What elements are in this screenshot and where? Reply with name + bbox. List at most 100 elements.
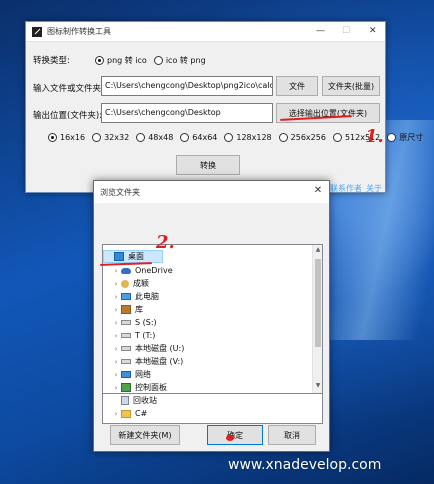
folder-tree[interactable]: 桌面 › OneDrive › 成颖 › 此电脑 › 库 › S (S:) ›: [102, 244, 323, 394]
file-button[interactable]: 文件: [276, 76, 318, 96]
ok-button[interactable]: 确定: [207, 425, 263, 445]
dialog-titlebar[interactable]: 浏览文件夹: [94, 181, 329, 203]
scroll-down-icon[interactable]: ▼: [313, 382, 322, 392]
chevron-right-icon[interactable]: ›: [111, 358, 121, 366]
chevron-right-icon[interactable]: ›: [111, 306, 121, 314]
folder-icon: [121, 409, 131, 418]
side-links: 联系作者 关于: [330, 183, 382, 194]
dialog-close-button[interactable]: ✕: [311, 185, 325, 198]
tree-item-desktop[interactable]: 桌面: [103, 250, 163, 263]
user-icon: [121, 279, 129, 288]
tree-item-drive-s[interactable]: › S (S:): [103, 316, 157, 329]
tree-item-user[interactable]: › 成颖: [103, 277, 149, 290]
tree-scrollbar[interactable]: ▲ ▼: [312, 245, 322, 393]
size-256[interactable]: 256x256: [278, 133, 326, 142]
tree-item-label: 成颖: [133, 279, 149, 288]
radio-indicator: [153, 55, 163, 65]
size-64[interactable]: 64x64: [180, 133, 217, 142]
library-icon: [121, 305, 131, 314]
chevron-right-icon[interactable]: ›: [111, 410, 121, 418]
radio-ico-to-png[interactable]: ico 转 png: [153, 55, 206, 66]
convert-button[interactable]: 转换: [176, 155, 240, 175]
cancel-button[interactable]: 取消: [268, 425, 316, 445]
tree-item-label: OneDrive: [135, 266, 173, 275]
tree-item-drive-u[interactable]: › 本地磁盘 (U:): [103, 342, 185, 355]
size-label: 48x48: [148, 133, 174, 142]
size-32[interactable]: 32x32: [92, 133, 129, 142]
tree-item-drive-v[interactable]: › 本地磁盘 (V:): [103, 355, 184, 368]
contact-author-link[interactable]: 联系作者: [330, 183, 362, 194]
chevron-right-icon[interactable]: ›: [111, 332, 121, 340]
chevron-right-icon[interactable]: ›: [111, 371, 121, 379]
maximize-button[interactable]: ☐: [342, 26, 350, 36]
radio-indicator: [278, 133, 288, 142]
input-path-field[interactable]: C:\Users\chengcong\Desktop\png2ico\calcu…: [101, 76, 273, 96]
chevron-right-icon[interactable]: ›: [111, 384, 121, 392]
size-label: 128x128: [236, 133, 272, 142]
convert-type-row: 转换类型: png 转 ico ico 转 png: [33, 54, 213, 66]
converter-titlebar[interactable]: 图标制作转换工具: [26, 22, 385, 42]
annotation-step-2: 2.: [156, 232, 175, 253]
recycle-bin-icon: [121, 396, 129, 405]
input-label: 输入文件或文件夹:: [33, 84, 104, 94]
tree-item-network[interactable]: › 网络: [103, 368, 151, 381]
radio-indicator: [92, 133, 102, 142]
radio-indicator: [95, 55, 104, 65]
chevron-right-icon[interactable]: ›: [111, 280, 121, 288]
drive-icon: [121, 333, 131, 338]
chevron-right-icon[interactable]: ›: [111, 293, 121, 301]
tree-item-label: 回收站: [133, 396, 157, 405]
size-original[interactable]: 原尺寸: [387, 132, 423, 143]
size-label: 16x16: [60, 133, 86, 142]
output-label: 输出位置(文件夹):: [33, 111, 102, 121]
tree-item-label: 控制面板: [135, 383, 167, 392]
chevron-right-icon[interactable]: ›: [111, 319, 121, 327]
tree-item-csharp[interactable]: › C#: [103, 407, 148, 420]
size-label: 32x32: [104, 133, 130, 142]
chevron-right-icon[interactable]: ›: [111, 345, 121, 353]
chevron-right-icon[interactable]: ›: [111, 267, 121, 275]
network-icon: [121, 371, 131, 378]
scroll-up-icon[interactable]: ▲: [313, 246, 322, 256]
tree-item-label: 本地磁盘 (V:): [135, 357, 184, 366]
tree-item-this-pc[interactable]: › 此电脑: [103, 290, 159, 303]
radio-indicator: [332, 133, 342, 142]
size-48[interactable]: 48x48: [136, 133, 173, 142]
radio-indicator: [136, 133, 146, 142]
radio-label: png 转 ico: [107, 55, 147, 65]
close-button[interactable]: ✕: [369, 26, 377, 36]
size-16[interactable]: 16x16: [48, 133, 85, 142]
tree-item-control-panel[interactable]: › 控制面板: [103, 381, 167, 393]
size-label: 64x64: [192, 133, 218, 142]
radio-png-to-ico[interactable]: png 转 ico: [95, 55, 147, 66]
tree-item-recycle-bin[interactable]: 回收站: [103, 394, 157, 407]
converter-window: 图标制作转换工具 — ☐ ✕ 转换类型: png 转 ico ico 转 png…: [25, 21, 423, 193]
tree-item-drive-t[interactable]: › T (T:): [103, 329, 156, 342]
drive-icon: [121, 320, 131, 325]
window-title: 图标制作转换工具: [47, 27, 111, 36]
folder-batch-button[interactable]: 文件夹(批量): [322, 76, 380, 96]
size-128[interactable]: 128x128: [224, 133, 272, 142]
tree-item-library[interactable]: › 库: [103, 303, 143, 316]
watermark: www.xnadevelop.com: [228, 457, 382, 473]
size-label: 256x256: [290, 133, 326, 142]
folder-tree-continued[interactable]: 回收站 › C#: [102, 394, 323, 424]
radio-label: ico 转 png: [165, 55, 206, 65]
radio-indicator: [387, 133, 397, 142]
tree-item-label: 本地磁盘 (U:): [135, 344, 185, 353]
computer-icon: [121, 293, 131, 300]
drive-icon: [121, 346, 131, 351]
scrollbar-thumb[interactable]: [315, 259, 321, 347]
minimize-button[interactable]: —: [316, 26, 325, 36]
new-folder-button[interactable]: 新建文件夹(M): [110, 425, 180, 445]
control-panel-icon: [121, 383, 131, 392]
annotation-dot: [226, 435, 234, 441]
drive-icon: [121, 359, 131, 364]
tree-item-label: 网络: [135, 370, 151, 379]
tree-item-label: S (S:): [135, 318, 157, 327]
browse-folder-dialog: 浏览文件夹 ✕ 桌面 › OneDrive › 成颖 › 此电脑 › 库 › S…: [93, 180, 330, 452]
output-path-field[interactable]: C:\Users\chengcong\Desktop: [101, 103, 273, 123]
tree-item-onedrive[interactable]: › OneDrive: [103, 264, 173, 277]
radio-indicator: [180, 133, 190, 142]
about-link[interactable]: 关于: [366, 183, 382, 194]
